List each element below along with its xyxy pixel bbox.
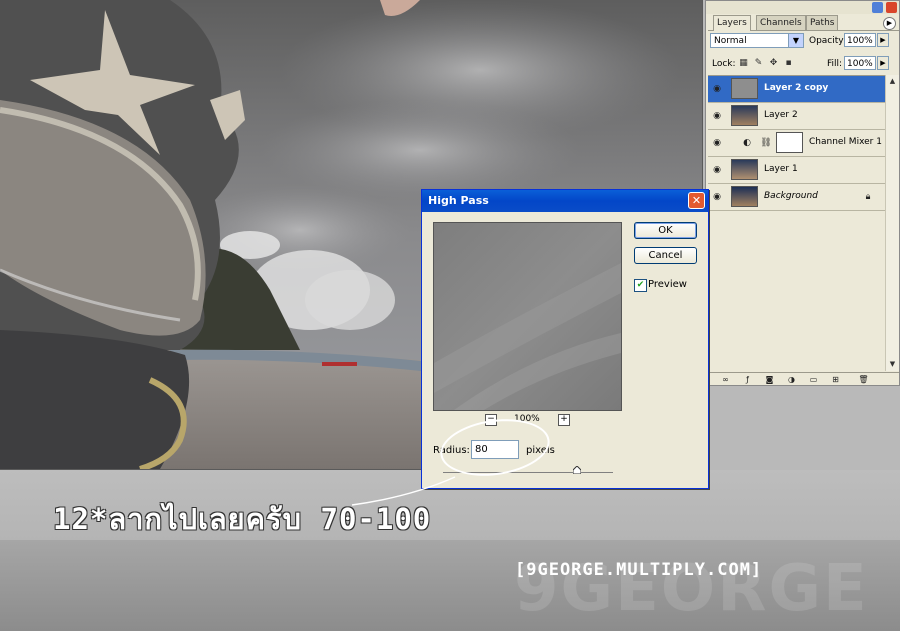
fill-label: Fill:	[827, 59, 843, 69]
cancel-button[interactable]: Cancel	[634, 247, 697, 264]
preview-checkbox[interactable]: ✔	[634, 279, 647, 292]
opacity-label: Opacity:	[809, 36, 846, 46]
scroll-up-icon[interactable]: ▲	[887, 76, 898, 87]
chevron-down-icon: ▼	[788, 34, 803, 47]
filter-preview[interactable]	[433, 222, 622, 411]
layer-row[interactable]: ◉ Layer 2	[708, 103, 886, 130]
layer-name: Layer 2 copy	[764, 83, 829, 93]
eye-icon[interactable]: ◉	[711, 83, 723, 95]
trash-icon[interactable]: 🗑︎	[858, 374, 869, 385]
palette-bottom-bar: ∞ ƒ ◙ ◑ ▭ ⊞ 🗑︎	[708, 372, 899, 386]
lock-image-icon[interactable]: ✎	[753, 58, 764, 69]
layer-thumbnail	[731, 78, 758, 99]
layers-palette: Layers Channels Paths ▶ Normal ▼ Opacity…	[705, 0, 900, 386]
lock-position-icon[interactable]: ✥	[768, 58, 779, 69]
ok-button[interactable]: OK	[634, 222, 697, 239]
new-group-icon[interactable]: ▭	[808, 374, 819, 385]
tab-channels[interactable]: Channels	[756, 15, 806, 30]
layers-scrollbar[interactable]: ▲ ▼	[885, 75, 899, 371]
close-icon[interactable]: ✕	[688, 192, 705, 209]
palette-titlebar	[706, 1, 899, 14]
add-mask-icon[interactable]: ◙	[764, 374, 775, 385]
lock-all-icon[interactable]: ▪	[783, 58, 794, 69]
new-adjustment-icon[interactable]: ◑	[786, 374, 797, 385]
fill-slider-button[interactable]: ▶	[877, 56, 889, 70]
slider-thumb[interactable]	[573, 466, 581, 474]
link-layers-icon[interactable]: ∞	[720, 374, 731, 385]
lock-label: Lock:	[712, 59, 736, 69]
new-layer-icon[interactable]: ⊞	[830, 374, 841, 385]
layer-name: Layer 2	[764, 110, 798, 120]
zoom-in-button[interactable]: +	[558, 414, 570, 426]
scroll-down-icon[interactable]: ▼	[887, 359, 898, 370]
palette-tabs: Layers Channels Paths	[708, 15, 899, 31]
adjustment-layer-icon: ◐	[743, 138, 751, 148]
watermark-title: [9GEORGE.MULTIPLY.COM]	[515, 560, 763, 580]
layer-row[interactable]: ◉ ◐ ⛓ Channel Mixer 1	[708, 130, 886, 157]
eye-icon[interactable]: ◉	[711, 164, 723, 176]
blend-mode-value: Normal	[714, 36, 747, 46]
blend-mode-select[interactable]: Normal ▼	[710, 33, 804, 48]
minimize-icon[interactable]	[872, 2, 883, 13]
opacity-input[interactable]: 100%	[844, 33, 876, 47]
layers-list: ◉ Layer 2 copy ◉ Layer 2 ◉ ◐ ⛓ Channel M…	[708, 75, 899, 372]
lock-transparent-icon[interactable]: ▦	[738, 58, 749, 69]
eye-icon[interactable]: ◉	[711, 191, 723, 203]
layer-row[interactable]: ◉ Background 🔒︎	[708, 184, 886, 211]
layer-thumbnail	[731, 105, 758, 126]
link-icon: ⛓	[760, 138, 772, 148]
tutorial-caption: 12*ลากไปเลยครับ 70-100	[53, 502, 432, 536]
eye-icon[interactable]: ◉	[711, 137, 723, 149]
layer-thumbnail	[731, 159, 758, 180]
layer-thumbnail	[731, 186, 758, 207]
layer-mask-thumbnail	[776, 132, 803, 153]
layer-name: Channel Mixer 1	[809, 137, 882, 147]
layer-row[interactable]: ◉ Layer 2 copy	[708, 76, 886, 103]
layer-name: Background	[764, 191, 818, 201]
layer-row[interactable]: ◉ Layer 1	[708, 157, 886, 184]
preview-label: Preview	[648, 279, 687, 290]
eye-icon[interactable]: ◉	[711, 110, 723, 122]
layer-style-icon[interactable]: ƒ	[742, 374, 753, 385]
opacity-slider-button[interactable]: ▶	[877, 33, 889, 47]
palette-menu-icon[interactable]: ▶	[883, 17, 896, 30]
layer-name: Layer 1	[764, 164, 798, 174]
tab-paths[interactable]: Paths	[806, 15, 839, 30]
tab-layers[interactable]: Layers	[713, 15, 751, 31]
lock-icon: 🔒︎	[865, 192, 871, 202]
close-icon[interactable]	[886, 2, 897, 13]
fill-input[interactable]: 100%	[844, 56, 876, 70]
dialog-titlebar[interactable]: High Pass ✕	[422, 190, 708, 212]
dialog-title: High Pass	[428, 194, 489, 207]
